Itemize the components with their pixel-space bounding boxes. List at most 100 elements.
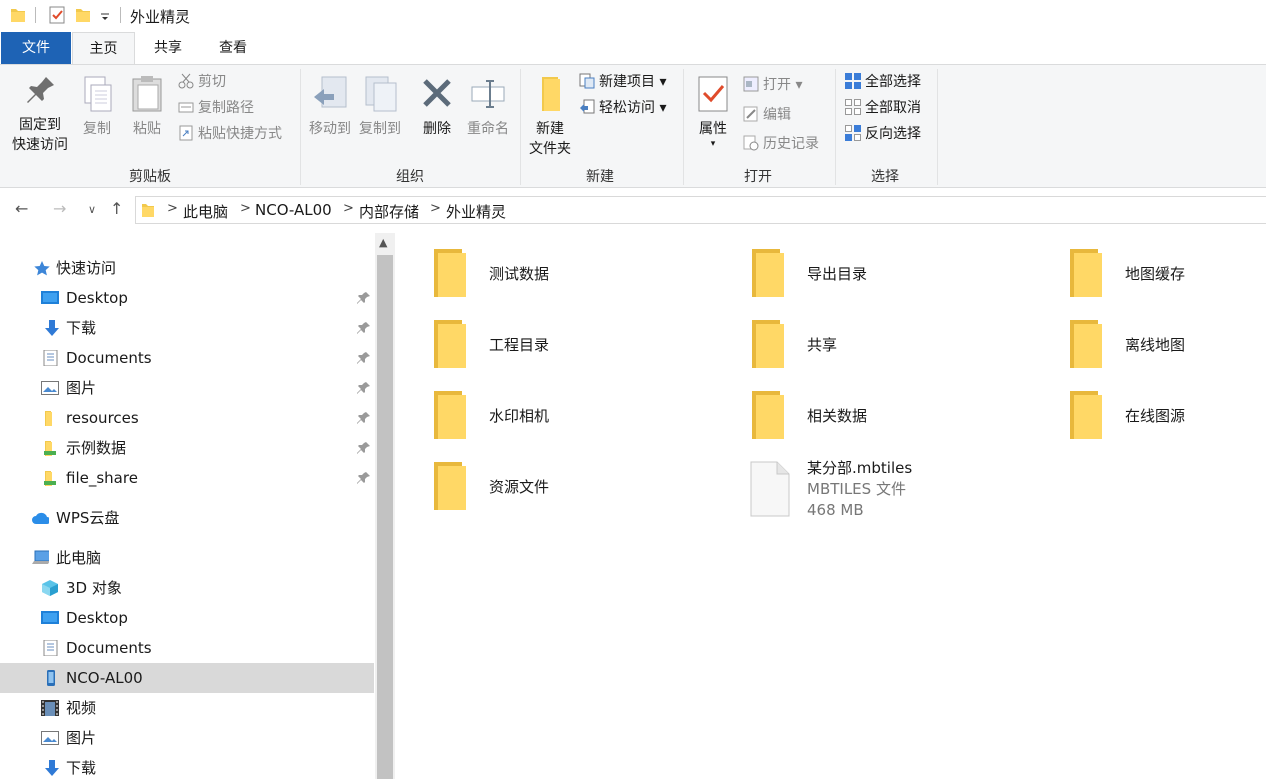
rename-button[interactable]: 重命名 — [462, 75, 514, 139]
folder-icon — [1070, 391, 1102, 439]
nav-qa-file-share[interactable]: file_share — [0, 463, 374, 493]
history-icon — [743, 135, 759, 151]
tab-share[interactable]: 共享 — [140, 32, 196, 64]
nav-this-pc[interactable]: 此电脑 — [0, 543, 374, 573]
delete-x-icon — [417, 75, 457, 115]
folder-icon — [11, 9, 25, 22]
copy-button[interactable]: 复制 — [76, 75, 118, 139]
copy-to-icon — [360, 75, 400, 115]
cut-button[interactable]: 剪切 — [178, 70, 226, 94]
video-film-icon — [41, 700, 59, 716]
select-none-button[interactable]: 全部取消 — [845, 96, 921, 120]
history-button[interactable]: 历史记录 — [743, 132, 819, 156]
pin-icon[interactable] — [357, 381, 371, 395]
window-title: 外业精灵 — [130, 8, 191, 26]
address-bar[interactable]: > 此电脑 > NCO-AL00 > 内部存储 > 外业精灵 — [135, 196, 1266, 224]
breadcrumb-device[interactable]: NCO-AL00 — [255, 201, 332, 219]
nav-qa-desktop[interactable]: Desktop — [0, 283, 374, 313]
breadcrumb-separator-icon[interactable]: > — [240, 201, 251, 216]
folder-item[interactable]: 测试数据 — [396, 243, 696, 305]
download-arrow-icon — [45, 760, 59, 776]
up-arrow-icon[interactable]: ↑ — [110, 199, 123, 218]
nav-pc-pictures[interactable]: 图片 — [0, 723, 374, 753]
nav-quick-access[interactable]: 快速访问 — [0, 253, 374, 283]
open-button[interactable]: 打开 ▾ — [743, 73, 802, 97]
breadcrumb-separator-icon[interactable]: > — [430, 201, 441, 216]
open-group-label: 打开 — [744, 169, 772, 185]
pin-icon[interactable] — [357, 351, 371, 365]
edit-pencil-icon — [743, 106, 759, 122]
file-name: 某分部.mbtiles — [807, 459, 913, 477]
folder-item[interactable]: 资源文件 — [396, 456, 696, 518]
new-folder-button[interactable]: 新建 文件夹 — [524, 75, 576, 159]
breadcrumb-separator-icon[interactable]: > — [343, 201, 354, 216]
folder-icon — [45, 411, 52, 426]
pin-quick-access-button[interactable]: 固定到 快速访问 — [6, 71, 74, 155]
copy-path-button[interactable]: 复制路径 — [178, 96, 254, 120]
nav-qa-downloads[interactable]: 下载 — [0, 313, 374, 343]
navigation-pane: 快速访问 Desktop 下载 Documents 图片 resources 示… — [0, 233, 375, 779]
breadcrumb-this-pc[interactable]: 此电脑 — [183, 201, 228, 222]
folder-item[interactable]: 工程目录 — [396, 314, 696, 376]
pin-icon[interactable] — [357, 321, 371, 335]
desktop-icon — [41, 291, 59, 304]
file-size: 468 MB — [807, 501, 864, 519]
nav-wps-cloud[interactable]: WPS云盘 — [0, 503, 374, 533]
nav-qa-documents[interactable]: Documents — [0, 343, 374, 373]
folder-item[interactable]: 导出目录 — [714, 243, 1014, 305]
breadcrumb-separator-icon[interactable]: > — [167, 201, 178, 216]
paste-button[interactable]: 粘贴 — [124, 75, 170, 139]
nav-qa-resources[interactable]: resources — [0, 403, 374, 433]
folder-item[interactable]: 相关数据 — [714, 385, 1014, 447]
nav-scrollbar[interactable]: ▲ — [375, 233, 395, 779]
pin-icon[interactable] — [357, 471, 371, 485]
properties-icon[interactable] — [48, 6, 66, 24]
scroll-up-arrow-icon[interactable]: ▲ — [379, 236, 387, 249]
folder-item[interactable]: 共享 — [714, 314, 1014, 376]
delete-button[interactable]: 删除 — [414, 75, 460, 139]
folder-item[interactable]: 地图缓存 — [1032, 243, 1266, 305]
scroll-thumb[interactable] — [377, 255, 393, 779]
tab-home[interactable]: 主页 — [72, 32, 135, 65]
forward-arrow-icon[interactable]: → — [53, 199, 66, 218]
nav-videos[interactable]: 视频 — [0, 693, 374, 723]
select-none-icon — [845, 99, 861, 115]
nav-qa-pictures[interactable]: 图片 — [0, 373, 374, 403]
pin-icon[interactable] — [357, 291, 371, 305]
tab-view[interactable]: 查看 — [205, 32, 261, 64]
folder-icon — [752, 391, 784, 439]
customize-dropdown-icon[interactable] — [100, 6, 110, 24]
pictures-icon — [41, 731, 59, 745]
nav-qa-sample-data[interactable]: 示例数据 — [0, 433, 374, 463]
folder-item[interactable]: 离线地图 — [1032, 314, 1266, 376]
folder-item[interactable]: 在线图源 — [1032, 385, 1266, 447]
easy-access-button[interactable]: 轻松访问 ▾ — [579, 96, 666, 120]
new-item-button[interactable]: 新建项目 ▾ — [579, 70, 666, 94]
tab-file[interactable]: 文件 — [1, 32, 71, 64]
back-arrow-icon[interactable]: ← — [15, 199, 28, 218]
ribbon: 固定到 快速访问 复制 粘贴 剪切 复制路径 粘贴快捷方式 剪贴板 移动到 复制… — [0, 64, 1266, 188]
breadcrumb-internal-storage[interactable]: 内部存储 — [359, 201, 419, 222]
breadcrumb-current-folder[interactable]: 外业精灵 — [446, 201, 506, 222]
nav-pc-desktop[interactable]: Desktop — [0, 603, 374, 633]
pin-icon[interactable] — [357, 441, 371, 455]
invert-selection-button[interactable]: 反向选择 — [845, 122, 921, 146]
scissors-icon — [178, 73, 194, 89]
recent-locations-chevron-icon[interactable]: ∨ — [88, 203, 96, 216]
new-folder-icon[interactable] — [75, 6, 91, 24]
move-to-button[interactable]: 移动到 — [305, 75, 355, 139]
nav-3d-objects[interactable]: 3D 对象 — [0, 573, 374, 603]
edit-button[interactable]: 编辑 — [743, 103, 791, 127]
folder-item[interactable]: 水印相机 — [396, 385, 696, 447]
new-item-icon — [579, 73, 595, 89]
file-item[interactable]: 某分部.mbtiles MBTILES 文件 468 MB — [714, 456, 1014, 526]
properties-button[interactable]: 属性 ▾ — [690, 75, 736, 149]
copy-to-button[interactable]: 复制到 — [355, 75, 405, 139]
copy-path-icon — [178, 99, 194, 115]
file-type: MBTILES 文件 — [807, 480, 906, 498]
pin-icon[interactable] — [357, 411, 371, 425]
select-all-button[interactable]: 全部选择 — [845, 70, 921, 94]
nav-device-nco-al00[interactable]: NCO-AL00 — [0, 663, 374, 693]
paste-shortcut-button[interactable]: 粘贴快捷方式 — [178, 122, 282, 146]
nav-pc-documents[interactable]: Documents — [0, 633, 374, 663]
